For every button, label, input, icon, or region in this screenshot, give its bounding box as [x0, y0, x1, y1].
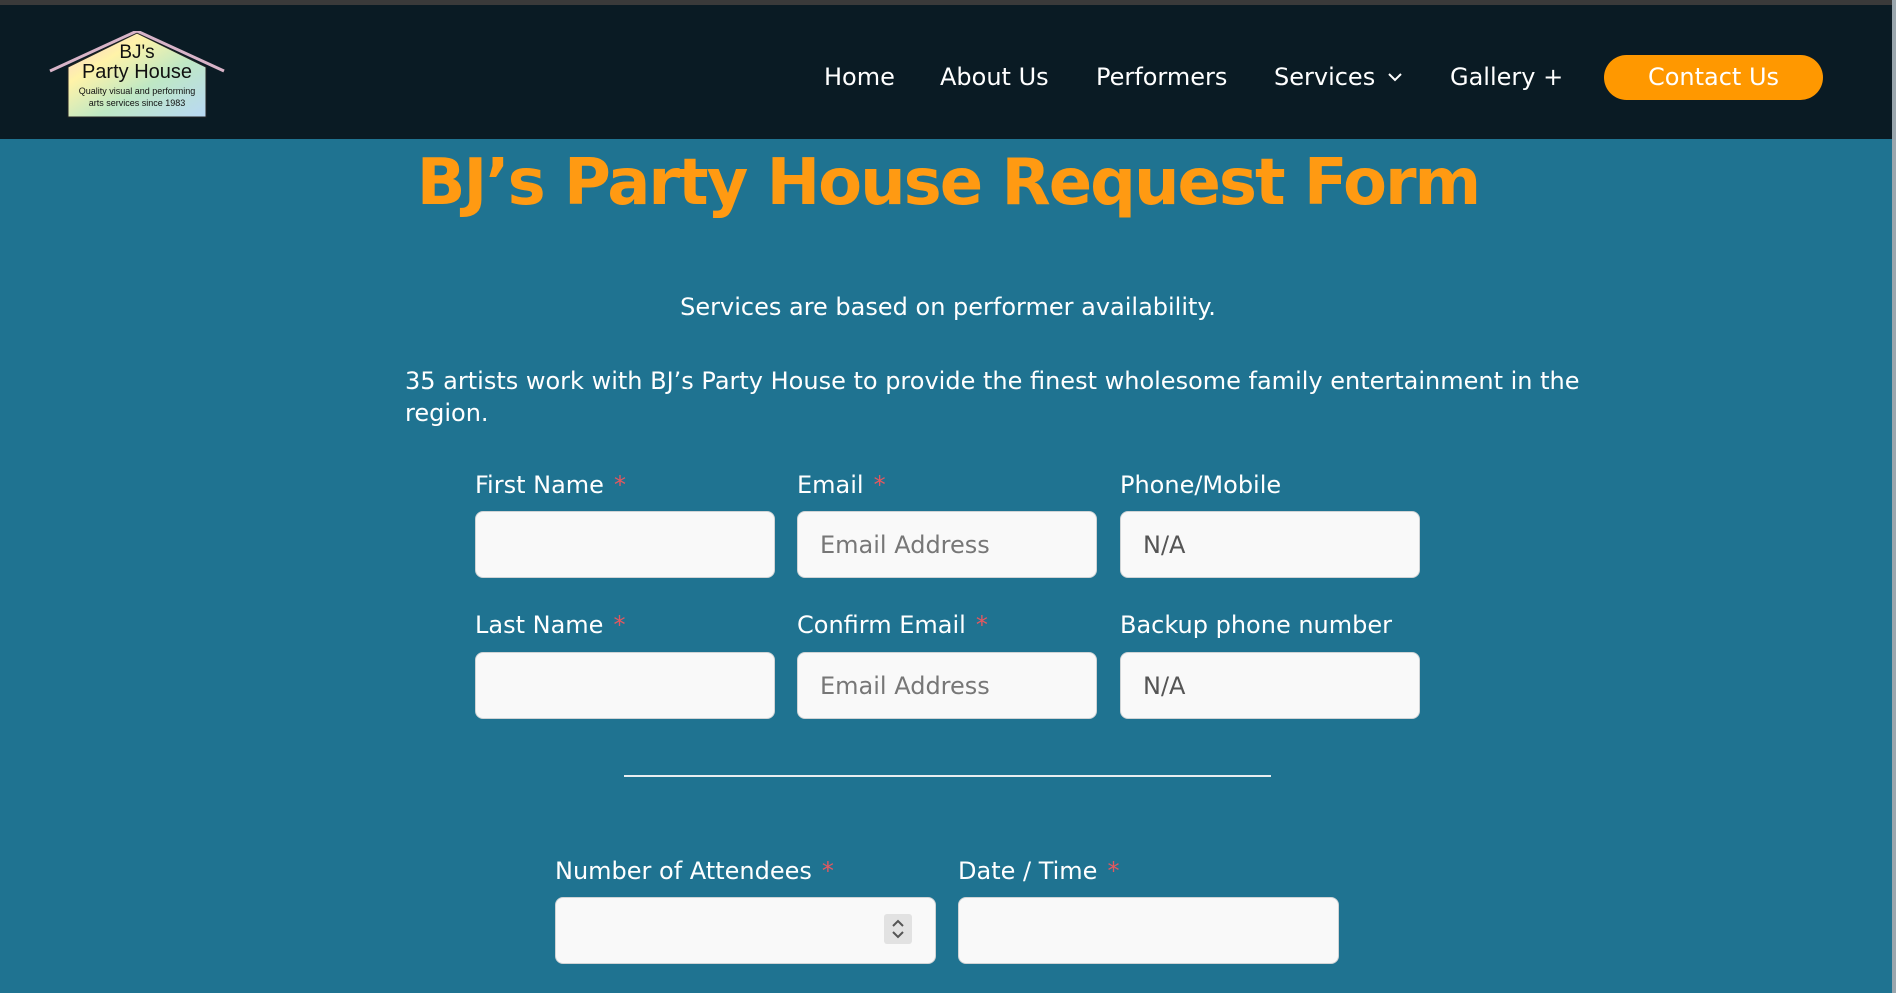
confirm-email-input[interactable] [797, 652, 1097, 719]
nav-performers[interactable]: Performers [1096, 60, 1227, 94]
intro-availability: Services are based on performer availabi… [680, 293, 1216, 321]
first-name-label: First Name * [475, 471, 626, 499]
first-name-input[interactable] [475, 511, 775, 578]
nav-about[interactable]: About Us [940, 60, 1049, 94]
intro-artists: 35 artists work with BJ’s Party House to… [405, 367, 1580, 427]
contact-us-button[interactable]: Contact Us [1604, 55, 1823, 100]
chevron-down-icon[interactable] [1386, 71, 1404, 83]
attendees-input[interactable] [555, 897, 936, 964]
site-header: BJ's Party House Quality visual and perf… [0, 5, 1896, 139]
nav-services[interactable]: Services [1274, 60, 1375, 94]
datetime-label: Date / Time * [958, 857, 1120, 885]
email-label: Email * [797, 471, 886, 499]
phone-label: Phone/Mobile [1120, 471, 1282, 499]
phone-input[interactable] [1120, 511, 1420, 578]
number-stepper-icon[interactable] [884, 914, 912, 944]
logo-line1: BJ's [119, 42, 154, 63]
datetime-input[interactable] [958, 897, 1339, 964]
required-marker: * [1107, 857, 1120, 885]
logo-line2: Party House [82, 61, 192, 83]
required-marker: * [873, 471, 886, 499]
logo-tagline1: Quality visual and performing [79, 86, 196, 96]
last-name-label: Last Name * [475, 611, 626, 639]
backup-phone-label: Backup phone number [1120, 611, 1393, 639]
site-logo[interactable]: BJ's Party House Quality visual and perf… [48, 31, 226, 123]
email-input[interactable] [797, 511, 1097, 578]
confirm-email-label: Confirm Email * [797, 611, 988, 639]
attendees-label: Number of Attendees * [555, 857, 834, 885]
page-title: BJ’s Party House Request Form [416, 146, 1481, 220]
required-marker: * [613, 471, 626, 499]
required-marker: * [975, 611, 988, 639]
required-marker: * [613, 611, 626, 639]
nav-gallery[interactable]: Gallery + [1450, 60, 1563, 94]
backup-phone-input[interactable] [1120, 652, 1420, 719]
required-marker: * [821, 857, 834, 885]
section-divider [624, 775, 1271, 777]
nav-home[interactable]: Home [824, 60, 895, 94]
last-name-input[interactable] [475, 652, 775, 719]
logo-tagline2: arts services since 1983 [89, 98, 186, 108]
